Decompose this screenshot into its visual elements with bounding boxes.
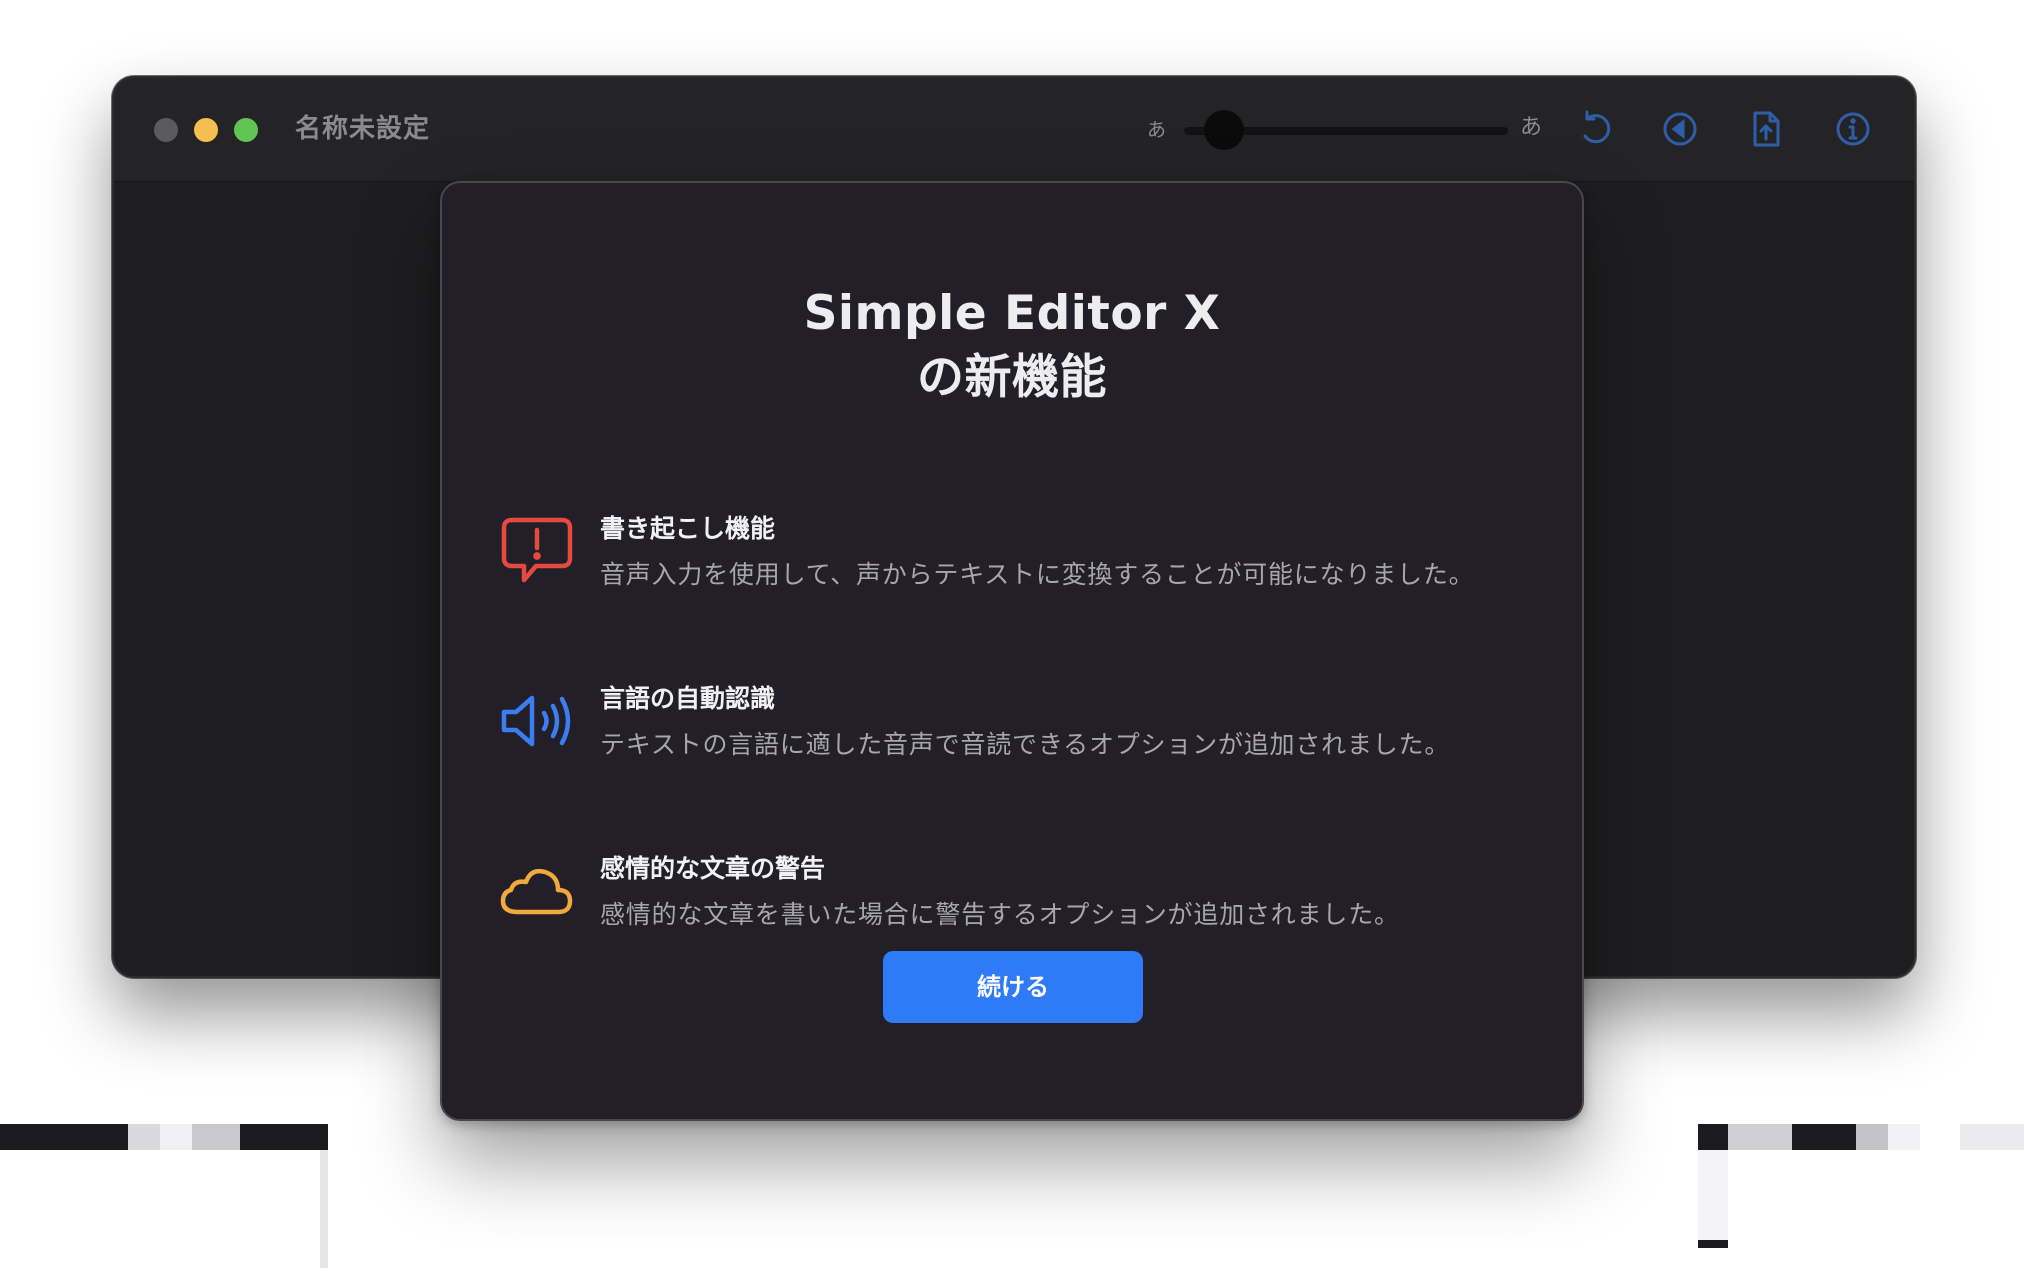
- feature-item-language-detection: 言語の自動認識 テキストの言語に適した音声で音読できるオプションが追加されました…: [500, 680, 1560, 770]
- alert-bubble-icon: [500, 514, 574, 588]
- decor-strip: [192, 1124, 240, 1150]
- decor-strip: [1856, 1124, 1888, 1150]
- undo-icon[interactable]: [1575, 109, 1615, 149]
- continue-button[interactable]: 続ける: [883, 951, 1143, 1023]
- font-size-slider-knob[interactable]: [1204, 110, 1244, 150]
- info-icon[interactable]: [1833, 109, 1873, 149]
- zoom-window-button[interactable]: [234, 118, 258, 142]
- whats-new-sheet: Simple Editor X の新機能 書き起こし機能 音声入力を使用して、声…: [440, 181, 1584, 1121]
- feature-title: 感情的な文章の警告: [600, 854, 826, 883]
- cloud-icon: [500, 854, 574, 928]
- decor-strip: [1960, 1124, 2024, 1150]
- feature-title: 書き起こし機能: [600, 514, 776, 543]
- decor-strip: [1728, 1124, 1792, 1150]
- sheet-title: Simple Editor X の新機能: [442, 282, 1582, 410]
- decor-strip: [1792, 1124, 1856, 1150]
- sheet-title-app-name: Simple Editor X: [803, 286, 1221, 341]
- minimize-window-button[interactable]: [194, 118, 218, 142]
- feature-description: 感情的な文章を書いた場合に警告するオプションが追加されました。: [600, 900, 1400, 929]
- decor-strip: [128, 1124, 160, 1150]
- feature-item-transcription: 書き起こし機能 音声入力を使用して、声からテキストに変換することが可能になりまし…: [500, 510, 1560, 600]
- feature-item-emotional-warning: 感情的な文章の警告 感情的な文章を書いた場合に警告するオプションが追加されました…: [500, 850, 1560, 940]
- decor-strip: [320, 1150, 328, 1268]
- decor-strip: [1698, 1124, 1728, 1150]
- speaker-icon: [500, 684, 574, 758]
- decor-strip: [160, 1124, 192, 1150]
- close-window-button[interactable]: [154, 118, 178, 142]
- decor-strip: [0, 1124, 128, 1150]
- decor-strip: [1698, 1150, 1728, 1240]
- font-size-large-label: あ: [1520, 115, 1543, 140]
- window-title: 名称未設定: [295, 114, 431, 144]
- feature-description: テキストの言語に適した音声で音読できるオプションが追加されました。: [600, 730, 1451, 759]
- feature-title: 言語の自動認識: [600, 684, 776, 713]
- decor-strip: [240, 1124, 328, 1150]
- feature-description: 音声入力を使用して、声からテキストに変換することが可能になりました。: [600, 560, 1475, 589]
- title-bar: 名称未設定 あ あ: [114, 78, 1914, 182]
- sheet-title-subtitle: の新機能: [917, 350, 1107, 405]
- share-document-icon[interactable]: [1746, 109, 1786, 149]
- decor-strip: [1698, 1240, 1728, 1248]
- font-size-small-label: あ: [1147, 119, 1167, 141]
- play-back-icon[interactable]: [1660, 109, 1700, 149]
- decor-strip: [1888, 1124, 1920, 1150]
